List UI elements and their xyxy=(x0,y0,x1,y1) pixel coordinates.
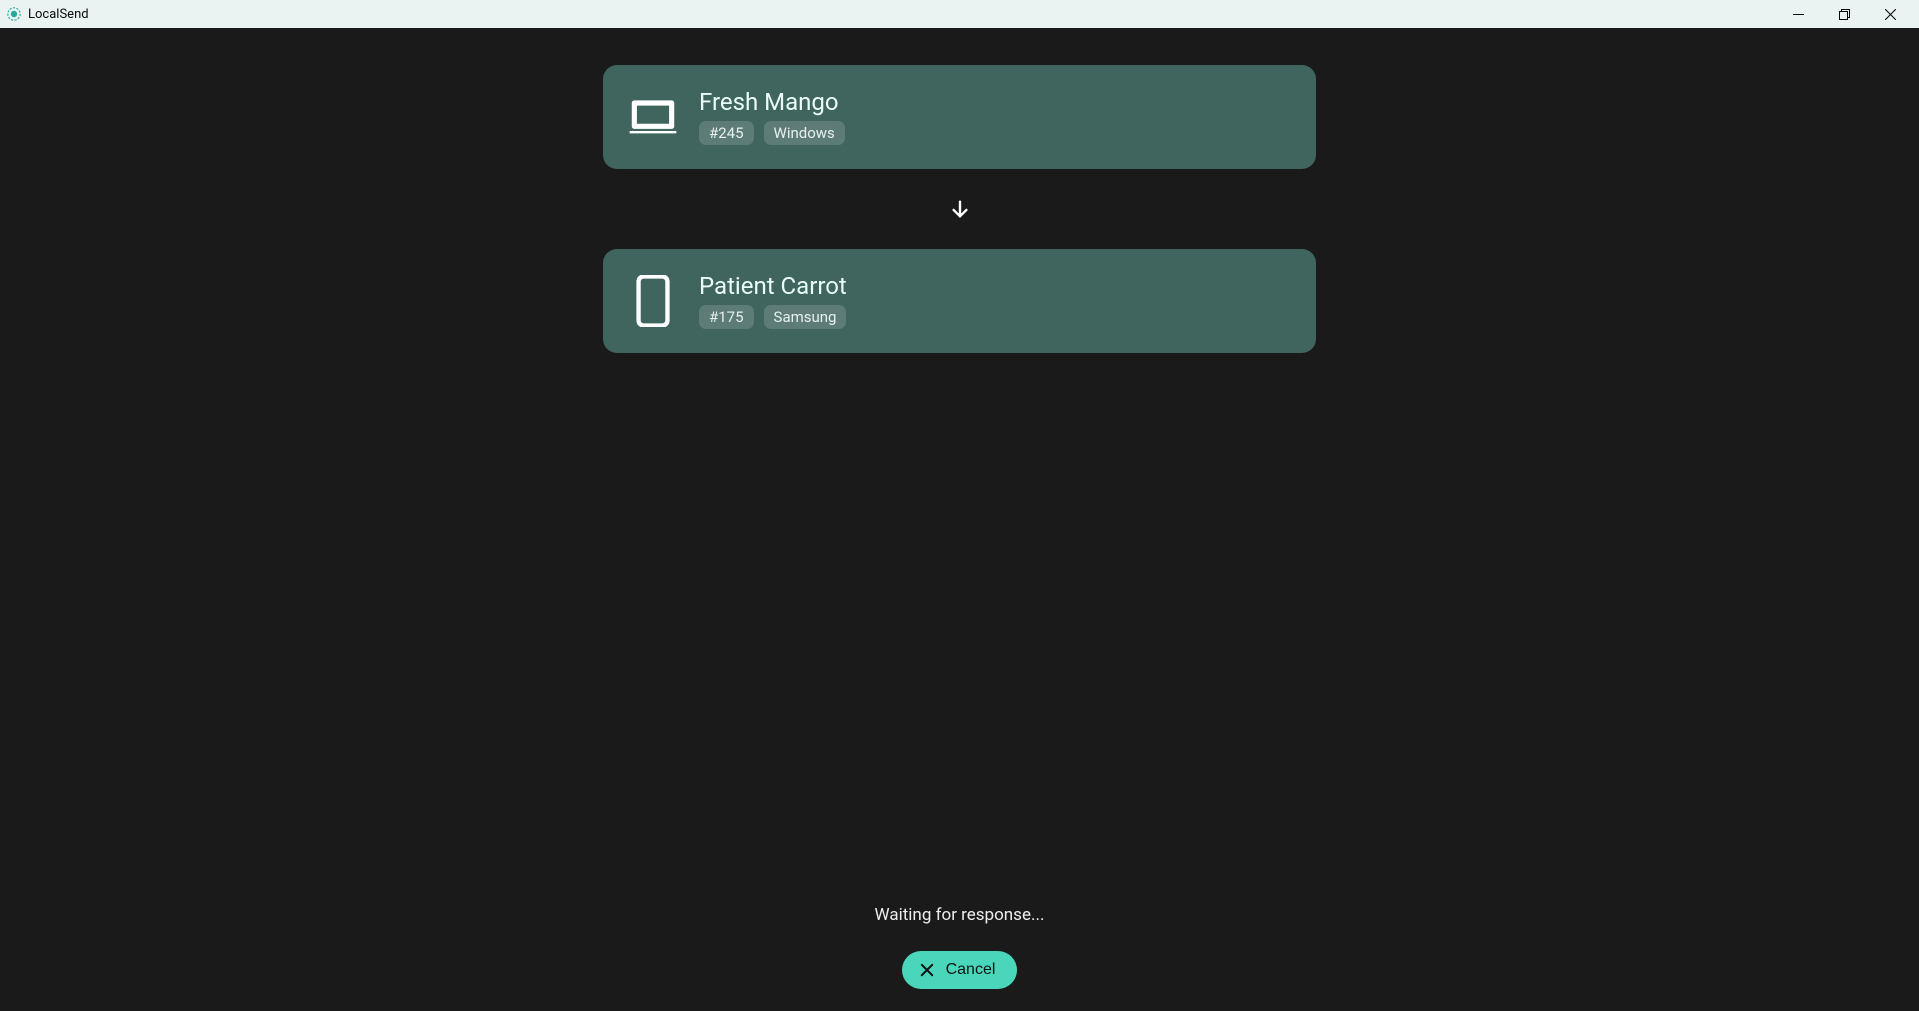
app-logo-icon xyxy=(6,6,22,22)
receiver-info: Patient Carrot #175 Samsung xyxy=(699,274,847,329)
sender-name: Fresh Mango xyxy=(699,90,845,114)
phone-icon xyxy=(625,273,681,329)
arrow-down-icon xyxy=(949,198,971,220)
titlebar: LocalSend xyxy=(0,0,1919,28)
close-icon xyxy=(918,961,936,979)
content-area: Fresh Mango #245 Windows Patient Carrot xyxy=(0,28,1919,1011)
app-title: LocalSend xyxy=(28,7,89,22)
sender-platform-tag: Windows xyxy=(764,121,845,145)
receiver-platform-tag: Samsung xyxy=(764,305,847,329)
sender-id-tag: #245 xyxy=(699,121,754,145)
window-controls xyxy=(1775,0,1913,28)
maximize-button[interactable] xyxy=(1821,0,1867,28)
sender-info: Fresh Mango #245 Windows xyxy=(699,90,845,145)
titlebar-left: LocalSend xyxy=(6,6,89,22)
minimize-button[interactable] xyxy=(1775,0,1821,28)
laptop-icon xyxy=(625,89,681,145)
receiver-device-card: Patient Carrot #175 Samsung xyxy=(603,249,1316,353)
receiver-name: Patient Carrot xyxy=(699,274,847,298)
sender-device-card: Fresh Mango #245 Windows xyxy=(603,65,1316,169)
cancel-button-label: Cancel xyxy=(946,961,996,979)
close-button[interactable] xyxy=(1867,0,1913,28)
receiver-tags: #175 Samsung xyxy=(699,305,847,329)
transfer-cards: Fresh Mango #245 Windows Patient Carrot xyxy=(603,65,1316,353)
receiver-id-tag: #175 xyxy=(699,305,754,329)
cancel-button[interactable]: Cancel xyxy=(902,951,1018,989)
sender-tags: #245 Windows xyxy=(699,121,845,145)
transfer-direction-arrow xyxy=(949,169,971,249)
status-text: Waiting for response... xyxy=(875,905,1045,925)
footer-area: Waiting for response... Cancel xyxy=(0,905,1919,989)
